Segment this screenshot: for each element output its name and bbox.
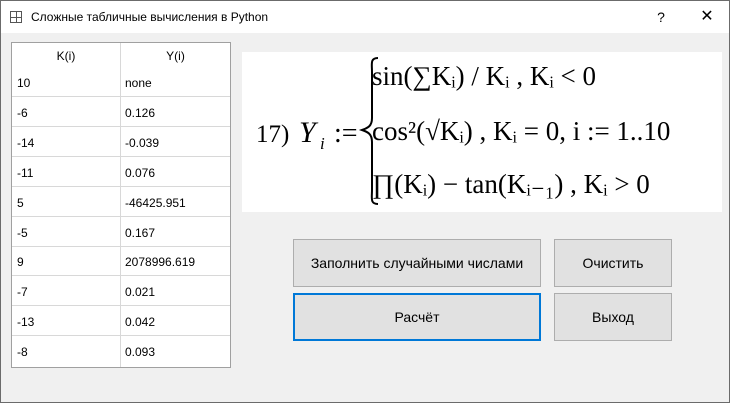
- table-row[interactable]: -13 0.042: [12, 307, 230, 337]
- table-row[interactable]: 10 none: [12, 68, 230, 97]
- table-row[interactable]: -7 0.021: [12, 277, 230, 307]
- table-row[interactable]: -5 0.167: [12, 218, 230, 247]
- fill-random-button[interactable]: Заполнить случайными числами: [293, 239, 541, 287]
- cell-k[interactable]: -5: [17, 226, 28, 240]
- formula-lhs-sub: i: [320, 134, 325, 153]
- cell-y[interactable]: 0.126: [125, 106, 155, 120]
- data-table[interactable]: K(i) Y(i) 10 none -6 0.126 -14 -0.039 -11 0.076…: [11, 42, 231, 368]
- table-row[interactable]: -11 0.076: [12, 158, 230, 187]
- main-window: Сложные табличные вычисления в Python ? …: [0, 0, 730, 403]
- table-row[interactable]: -6 0.126: [12, 98, 230, 127]
- clear-button[interactable]: Очистить: [554, 239, 672, 287]
- column-header-k[interactable]: K(i): [12, 49, 120, 63]
- cell-k[interactable]: -8: [17, 345, 28, 359]
- window-title: Сложные табличные вычисления в Python: [31, 10, 269, 24]
- table-row[interactable]: -14 -0.039: [12, 128, 230, 157]
- cell-y[interactable]: 0.167: [125, 226, 155, 240]
- formula-assign: :=: [334, 118, 358, 149]
- cell-y[interactable]: 0.042: [125, 315, 155, 329]
- formula-case-3: ∏(Kᵢ) − tan(Kᵢ₋₁) , Kᵢ > 0: [372, 169, 650, 199]
- formula-lhs: Y: [299, 116, 319, 149]
- cell-y[interactable]: -46425.951: [125, 196, 186, 210]
- cell-y[interactable]: -0.039: [125, 136, 159, 150]
- window-icon: [10, 11, 22, 23]
- table-row[interactable]: 5 -46425.951: [12, 188, 230, 217]
- cell-y[interactable]: 2078996.619: [125, 255, 195, 269]
- help-button[interactable]: ?: [641, 1, 681, 33]
- cell-y[interactable]: 0.021: [125, 285, 155, 299]
- cell-y[interactable]: 0.093: [125, 345, 155, 359]
- close-button[interactable]: ✕: [685, 1, 729, 33]
- cell-y[interactable]: none: [125, 76, 152, 90]
- cell-k[interactable]: -11: [17, 166, 33, 180]
- cell-k[interactable]: -7: [17, 285, 28, 299]
- table-row[interactable]: -8 0.093: [12, 337, 230, 366]
- cell-k[interactable]: 9: [17, 255, 24, 269]
- formula-image: 17) Y i := sin(∑Kᵢ) / Kᵢ , Kᵢ < 0 cos²(√…: [242, 52, 722, 212]
- cell-k[interactable]: -13: [17, 315, 34, 329]
- column-header-y[interactable]: Y(i): [121, 49, 230, 63]
- title-bar: Сложные табличные вычисления в Python ? …: [1, 1, 729, 33]
- cell-k[interactable]: -14: [17, 136, 34, 150]
- cell-k[interactable]: 10: [17, 76, 30, 90]
- formula-case-1: sin(∑Kᵢ) / Kᵢ , Kᵢ < 0: [372, 61, 596, 91]
- cell-y[interactable]: 0.076: [125, 166, 155, 180]
- calculate-button[interactable]: Расчёт: [293, 293, 541, 341]
- formula-svg: 17) Y i := sin(∑Kᵢ) / Kᵢ , Kᵢ < 0 cos²(√…: [256, 57, 670, 205]
- exit-button[interactable]: Выход: [554, 293, 672, 341]
- formula-number: 17): [256, 121, 289, 148]
- formula-case-2: cos²(√Kᵢ) , Kᵢ = 0, i := 1..10: [372, 116, 670, 146]
- table-row[interactable]: 9 2078996.619: [12, 247, 230, 277]
- table-header: K(i) Y(i): [12, 43, 230, 68]
- cell-k[interactable]: -6: [17, 106, 28, 120]
- cell-k[interactable]: 5: [17, 196, 24, 210]
